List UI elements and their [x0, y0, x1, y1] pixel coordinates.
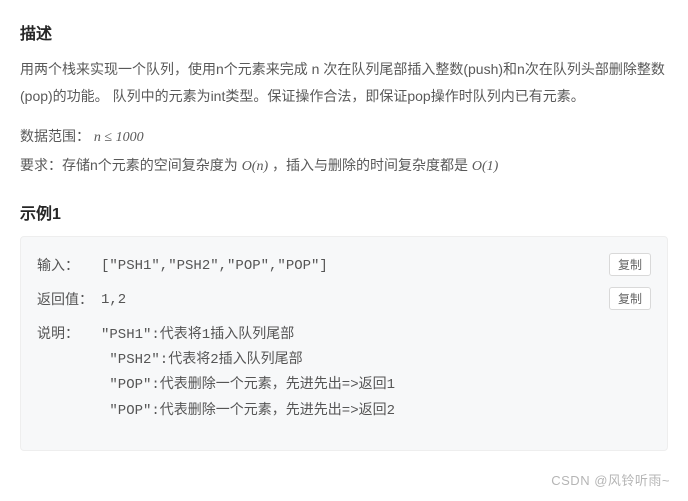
explain-line-2: "PSH2":代表将2插入队列尾部 — [101, 348, 651, 373]
heading-example: 示例1 — [20, 200, 668, 224]
range-prefix: 数据范围： — [20, 128, 94, 144]
return-label: 返回值： — [37, 289, 101, 309]
copy-input-button[interactable]: 复制 — [609, 253, 651, 276]
watermark-text: CSDN @风铃听雨~ — [551, 470, 670, 489]
requirement-prefix: 要求：存储n个元素的空间复杂度为 — [20, 157, 242, 173]
explain-line-4: "POP":代表删除一个元素，先进先出=>返回2 — [101, 399, 651, 424]
constraints-block: 数据范围： n ≤ 1000 要求：存储n个元素的空间复杂度为 O(n) ，插入… — [20, 123, 668, 180]
explain-content: "PSH1":代表将1插入队列尾部 "PSH2":代表将2插入队列尾部 "POP… — [101, 323, 651, 424]
input-label: 输入： — [37, 255, 101, 275]
explain-line-3: "POP":代表删除一个元素，先进先出=>返回1 — [101, 373, 651, 398]
range-le: ≤ 1000 — [101, 130, 144, 145]
heading-description: 描述 — [20, 20, 668, 44]
requirement-mid: ，插入与删除的时间复杂度都是 — [272, 157, 472, 173]
example-box: 输入： ["PSH1","PSH2","POP","POP"] 复制 返回值： … — [20, 236, 668, 450]
explain-label: 说明： — [37, 323, 101, 343]
return-row: 返回值： 1,2 复制 — [37, 289, 651, 313]
requirement-space: O(n) — [242, 159, 268, 174]
input-value: ["PSH1","PSH2","POP","POP"] — [101, 255, 651, 279]
explain-line-1: "PSH1":代表将1插入队列尾部 — [101, 323, 651, 348]
return-value: 1,2 — [101, 289, 651, 313]
description-text: 用两个栈来实现一个队列，使用n个元素来完成 n 次在队列尾部插入整数(push)… — [20, 56, 668, 109]
input-row: 输入： ["PSH1","PSH2","POP","POP"] 复制 — [37, 255, 651, 279]
requirement-time: O(1) — [472, 159, 498, 174]
range-n: n — [94, 130, 101, 145]
copy-return-button[interactable]: 复制 — [609, 287, 651, 310]
explain-row: 说明： "PSH1":代表将1插入队列尾部 "PSH2":代表将2插入队列尾部 … — [37, 323, 651, 424]
